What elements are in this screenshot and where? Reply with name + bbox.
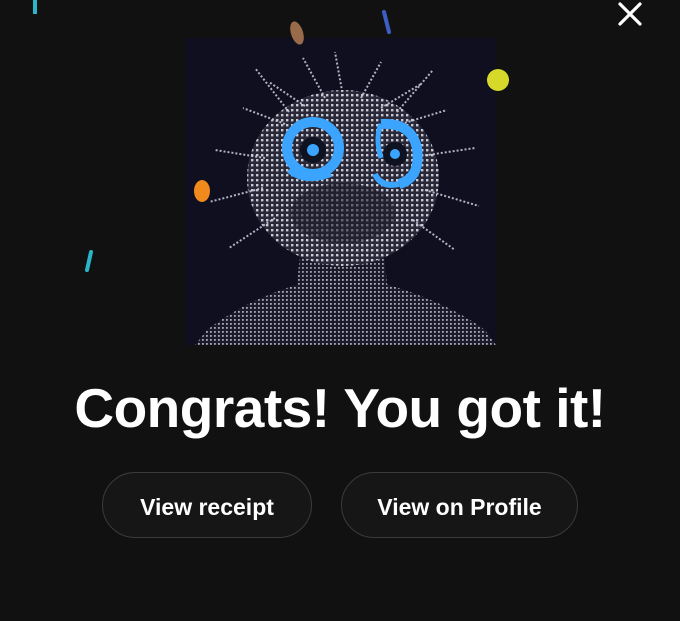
confetti-piece: [83, 250, 95, 274]
view-receipt-button[interactable]: View receipt: [102, 472, 312, 538]
view-on-profile-button[interactable]: View on Profile: [341, 472, 578, 538]
confetti-piece: [192, 178, 212, 204]
success-headline: Congrats! You got it!: [74, 377, 606, 439]
confetti-piece: [381, 10, 393, 36]
confetti-piece: [288, 18, 306, 48]
purchase-success-dialog: Congrats! You got it! View receipt View …: [0, 0, 680, 621]
confetti-piece: [30, 0, 40, 16]
close-button[interactable]: [612, 0, 648, 30]
close-icon: [612, 0, 648, 30]
nft-artwork: [185, 38, 496, 345]
confetti-piece: [484, 66, 512, 94]
pixel-portrait-image: [185, 38, 496, 345]
